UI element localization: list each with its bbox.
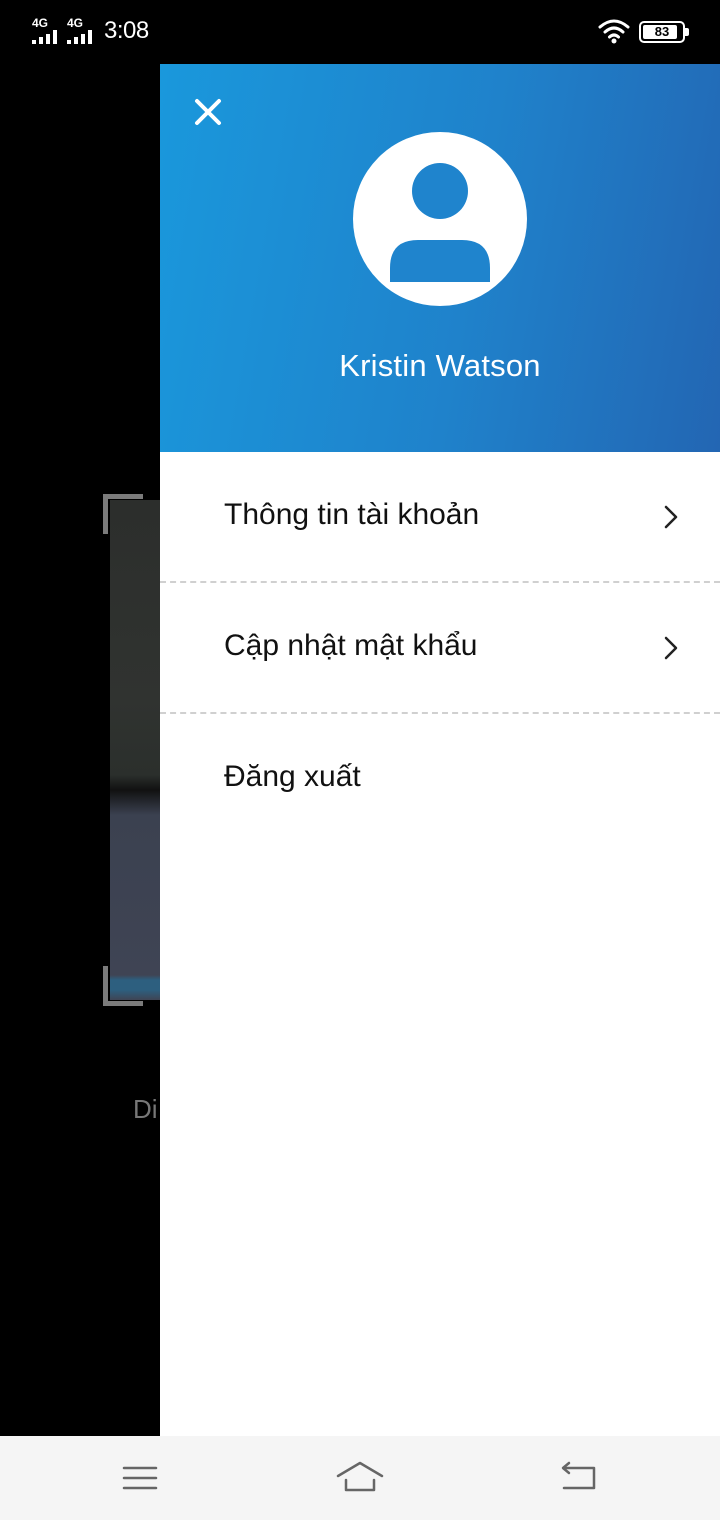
back-icon[interactable] bbox=[556, 1454, 604, 1502]
menu-item-account-info[interactable]: Thông tin tài khoản bbox=[160, 452, 720, 583]
drawer-menu: Thông tin tài khoản Cập nhật mật khẩu Đă… bbox=[160, 452, 720, 845]
menu-item-label: Đăng xuất bbox=[224, 760, 361, 793]
frame-corner bbox=[103, 966, 143, 1006]
frame-corner bbox=[103, 494, 143, 534]
system-nav-bar bbox=[0, 1436, 720, 1520]
menu-item-logout[interactable]: Đăng xuất bbox=[160, 714, 720, 845]
scanner-frame bbox=[103, 494, 160, 1006]
chevron-right-icon bbox=[664, 636, 678, 660]
screen: 4G 4G 3:08 83 Di Kristin Watson Thông ti… bbox=[0, 0, 720, 1520]
user-avatar-icon bbox=[390, 163, 490, 282]
camera-preview bbox=[110, 500, 160, 1000]
user-name: Kristin Watson bbox=[339, 348, 541, 383]
wifi-icon bbox=[598, 19, 630, 44]
menu-icon[interactable] bbox=[116, 1454, 164, 1502]
menu-item-label: Thông tin tài khoản bbox=[224, 498, 480, 531]
network-type-label: 4G bbox=[32, 16, 49, 30]
home-icon[interactable] bbox=[336, 1454, 384, 1502]
status-bar: 4G 4G 3:08 83 bbox=[0, 0, 720, 64]
clock: 3:08 bbox=[104, 17, 149, 44]
navigation-drawer: Kristin Watson Thông tin tài khoản Cập n… bbox=[160, 64, 720, 1436]
drawer-header: Kristin Watson bbox=[160, 64, 720, 452]
chevron-right-icon bbox=[664, 505, 678, 529]
battery-level: 83 bbox=[654, 24, 670, 39]
menu-item-update-password[interactable]: Cập nhật mật khẩu bbox=[160, 583, 720, 714]
background-caption: Di bbox=[133, 1094, 158, 1124]
close-icon[interactable] bbox=[190, 94, 226, 130]
avatar[interactable] bbox=[353, 132, 527, 306]
network-type-label: 4G bbox=[67, 16, 84, 30]
battery-icon: 83 bbox=[639, 21, 689, 43]
menu-item-label: Cập nhật mật khẩu bbox=[224, 629, 478, 662]
